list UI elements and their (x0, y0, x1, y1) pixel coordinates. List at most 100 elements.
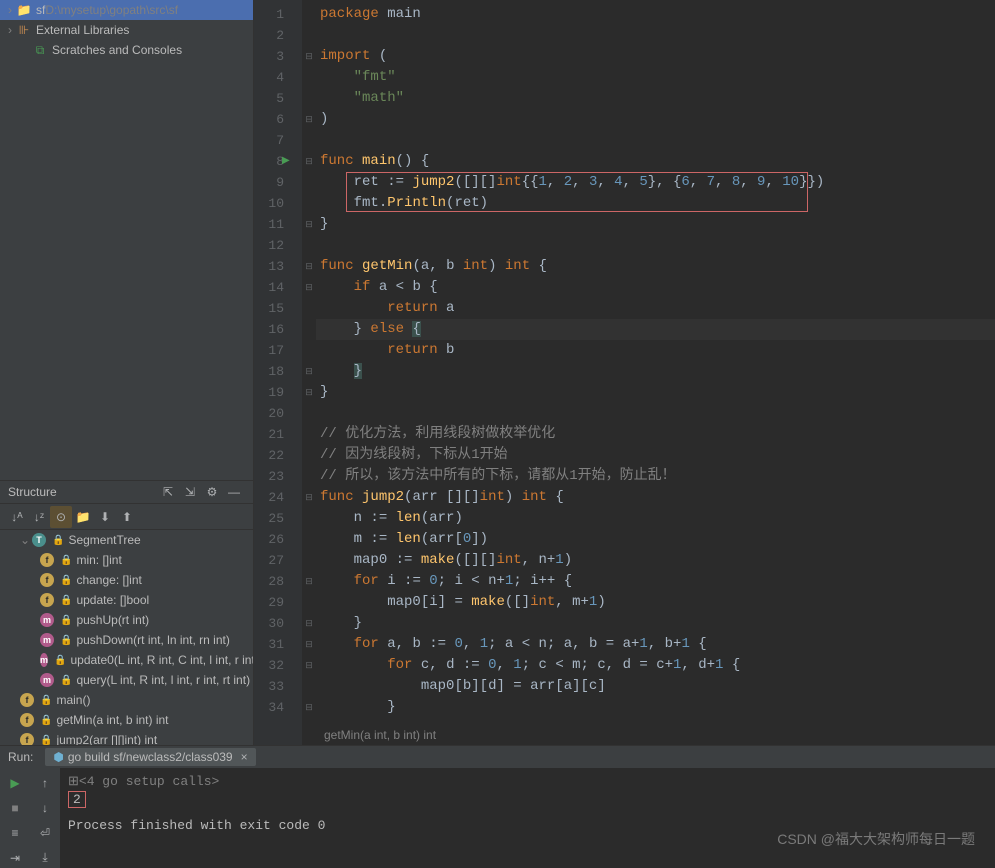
struct-item[interactable]: f 🔒 jump2(arr [][]int) int (0, 730, 253, 745)
run-tab[interactable]: ⬢ go build sf/newclass2/class039 × (45, 748, 255, 766)
line-number[interactable]: 32 (254, 655, 302, 676)
line-number[interactable]: 18 (254, 361, 302, 382)
line-number[interactable]: 15 (254, 298, 302, 319)
gutter[interactable]: 1234567891011121314151617181920212223242… (254, 0, 302, 745)
line-number[interactable]: 25 (254, 508, 302, 529)
close-icon[interactable]: × (241, 750, 248, 764)
code-line[interactable]: } else { (316, 319, 995, 340)
line-number[interactable]: 12 (254, 235, 302, 256)
line-number[interactable]: 5 (254, 88, 302, 109)
rerun-button[interactable]: ▶ (4, 772, 26, 793)
fold-column[interactable]: ⊟⊟⊟⊟⊟⊟⊟⊟⊟⊟⊟⊟⊟⊟ (302, 0, 316, 745)
line-number[interactable]: 14 (254, 277, 302, 298)
code-line[interactable]: package main (316, 4, 995, 25)
project-tree[interactable]: › 📁 sf D:\mysetup\gopath\src\sf› ⊪ Exter… (0, 0, 253, 480)
code-line[interactable]: fmt.Println(ret) (316, 193, 995, 214)
code-line[interactable] (316, 403, 995, 424)
line-number[interactable]: 11 (254, 214, 302, 235)
sort-az-icon[interactable]: ↓ᴬ (6, 506, 28, 528)
line-number[interactable]: 31 (254, 634, 302, 655)
code-line[interactable]: for c, d := 0, 1; c < m; c, d = c+1, d+1… (316, 655, 995, 676)
sort-za-icon[interactable]: ↓ᶻ (28, 506, 50, 528)
fold-icon[interactable]: ⊟ (302, 256, 316, 277)
folder-icon[interactable]: 📁 (72, 506, 94, 528)
autoscroll-icon[interactable]: ⊙ (50, 506, 72, 528)
code-line[interactable]: for a, b := 0, 1; a < n; a, b = a+1, b+1… (316, 634, 995, 655)
gear-icon[interactable]: ⚙ (201, 481, 223, 503)
output-fold-icon[interactable]: ⊞ (68, 774, 79, 789)
code-line[interactable]: map0 := make([][]int, n+1) (316, 550, 995, 571)
fold-icon[interactable]: ⊟ (302, 571, 316, 592)
pin-button[interactable]: ⇥ (4, 847, 26, 868)
line-number[interactable]: 19 (254, 382, 302, 403)
line-number[interactable]: 3 (254, 46, 302, 67)
fold-icon[interactable]: ⊟ (302, 151, 316, 172)
line-number[interactable]: 17 (254, 340, 302, 361)
code-line[interactable] (316, 235, 995, 256)
fold-icon[interactable]: ⊟ (302, 613, 316, 634)
line-number[interactable]: 7 (254, 130, 302, 151)
fold-icon[interactable]: ⊟ (302, 655, 316, 676)
code-line[interactable] (316, 25, 995, 46)
minimize-icon[interactable]: — (223, 481, 245, 503)
line-number[interactable]: 22 (254, 445, 302, 466)
tree-item[interactable]: › ⊪ External Libraries (0, 20, 253, 40)
up-button[interactable]: ↑ (34, 772, 56, 793)
tree-item[interactable]: ⧉ Scratches and Consoles (0, 40, 253, 60)
struct-item[interactable]: f 🔒 change: []int (0, 570, 253, 590)
code-line[interactable]: if a < b { (316, 277, 995, 298)
line-number[interactable]: 23 (254, 466, 302, 487)
fold-icon[interactable]: ⊟ (302, 46, 316, 67)
line-number[interactable]: 13 (254, 256, 302, 277)
line-number[interactable]: 27 (254, 550, 302, 571)
code-line[interactable]: func getMin(a, b int) int { (316, 256, 995, 277)
fold-icon[interactable]: ⊟ (302, 361, 316, 382)
struct-item[interactable]: f 🔒 getMin(a int, b int) int (0, 710, 253, 730)
line-number[interactable]: 33 (254, 676, 302, 697)
fold-icon[interactable]: ⊟ (302, 697, 316, 718)
code-line[interactable]: ret := jump2([][]int{{1, 2, 3, 4, 5}, {6… (316, 172, 995, 193)
fold-icon[interactable]: ⊟ (302, 214, 316, 235)
code-line[interactable]: "math" (316, 88, 995, 109)
struct-item[interactable]: f 🔒 min: []int (0, 550, 253, 570)
structure-list[interactable]: ⌄ T 🔒 SegmentTree f 🔒 min: []int f 🔒 cha… (0, 530, 253, 745)
fold-icon[interactable]: ⊟ (302, 109, 316, 130)
code-line[interactable]: // 因为线段树，下标从1开始 (316, 445, 995, 466)
code-line[interactable]: "fmt" (316, 67, 995, 88)
line-number[interactable]: 1 (254, 4, 302, 25)
struct-item[interactable]: m 🔒 query(L int, R int, l int, r int, rt… (0, 670, 253, 690)
code-line[interactable]: n := len(arr) (316, 508, 995, 529)
line-number[interactable]: 6 (254, 109, 302, 130)
code-line[interactable]: func jump2(arr [][]int) int { (316, 487, 995, 508)
fold-icon[interactable]: ⊟ (302, 487, 316, 508)
line-number[interactable]: 21 (254, 424, 302, 445)
line-number[interactable]: 26 (254, 529, 302, 550)
code-line[interactable]: return b (316, 340, 995, 361)
breadcrumb[interactable]: getMin(a int, b int) int (316, 725, 995, 745)
code-line[interactable]: func main() { (316, 151, 995, 172)
line-number[interactable]: 9 (254, 172, 302, 193)
code-line[interactable]: return a (316, 298, 995, 319)
struct-item[interactable]: ⌄ T 🔒 SegmentTree (0, 530, 253, 550)
code-line[interactable]: } (316, 214, 995, 235)
struct-item[interactable]: m 🔒 pushDown(rt int, ln int, rn int) (0, 630, 253, 650)
expand-all-icon[interactable]: ⇱ (157, 481, 179, 503)
code-line[interactable]: } (316, 361, 995, 382)
code-line[interactable]: m := len(arr[0]) (316, 529, 995, 550)
code-line[interactable]: map0[b][d] = arr[a][c] (316, 676, 995, 697)
code-line[interactable]: } (316, 697, 995, 718)
struct-item[interactable]: m 🔒 update0(L int, R int, C int, l int, … (0, 650, 253, 670)
fold-icon[interactable]: ⊟ (302, 277, 316, 298)
line-number[interactable]: 28 (254, 571, 302, 592)
struct-item[interactable]: m 🔒 pushUp(rt int) (0, 610, 253, 630)
down-button[interactable]: ↓ (34, 797, 56, 818)
line-number[interactable]: 34 (254, 697, 302, 718)
line-number[interactable]: 24 (254, 487, 302, 508)
scroll-from-icon[interactable]: ⬆ (116, 506, 138, 528)
code-line[interactable]: } (316, 613, 995, 634)
stop-button[interactable]: ■ (4, 797, 26, 818)
code-line[interactable]: // 优化方法，利用线段树做枚举优化 (316, 424, 995, 445)
line-number[interactable]: 16 (254, 319, 302, 340)
line-number[interactable]: 10 (254, 193, 302, 214)
wrap-button[interactable]: ⏎ (34, 822, 56, 843)
